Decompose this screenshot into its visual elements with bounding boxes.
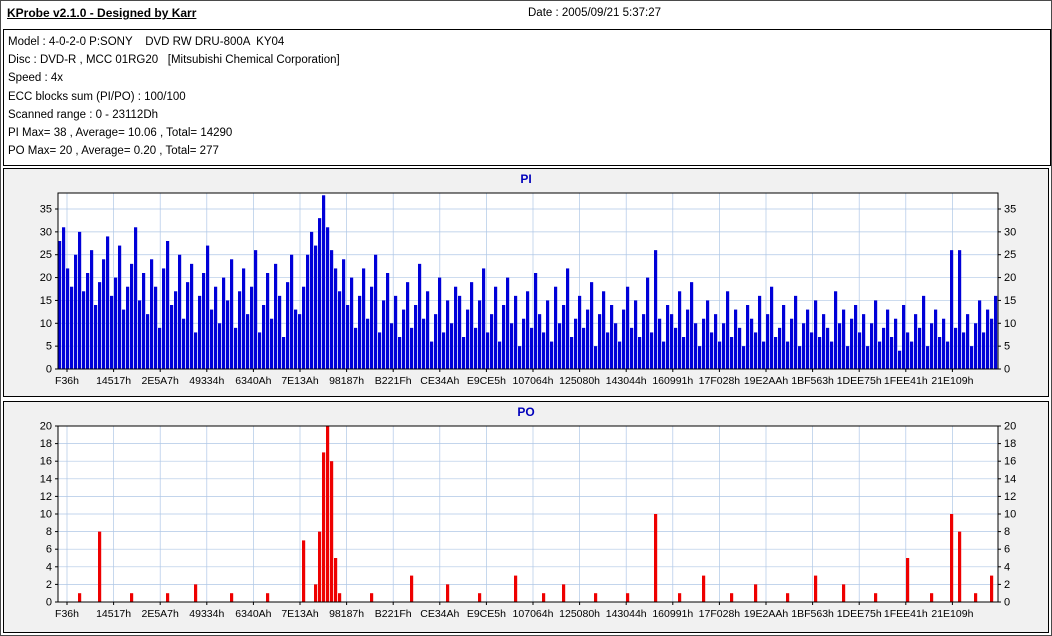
info-line-speed: Speed : 4x xyxy=(8,72,63,85)
svg-text:16: 16 xyxy=(40,456,52,468)
svg-text:98187h: 98187h xyxy=(329,608,364,620)
svg-text:20: 20 xyxy=(1004,421,1016,433)
svg-text:6340Ah: 6340Ah xyxy=(235,375,271,387)
svg-text:E9CE5h: E9CE5h xyxy=(467,375,506,387)
svg-text:20: 20 xyxy=(40,421,52,433)
info-line-po-summary: PO Max= 20 , Average= 0.20 , Total= 277 xyxy=(8,145,219,158)
svg-text:25: 25 xyxy=(40,249,52,261)
svg-text:1FEE41h: 1FEE41h xyxy=(884,608,928,620)
svg-text:2E5A7h: 2E5A7h xyxy=(142,375,180,387)
svg-text:8: 8 xyxy=(1004,526,1010,538)
svg-text:20: 20 xyxy=(1004,272,1016,284)
info-line-model: Model : 4-0-2-0 P:SONY DVD RW DRU-800A K… xyxy=(8,36,285,48)
po-chart-title: PO xyxy=(517,405,535,419)
svg-text:10: 10 xyxy=(1004,509,1016,521)
svg-text:7E13Ah: 7E13Ah xyxy=(281,608,319,620)
svg-text:12: 12 xyxy=(40,491,52,503)
svg-text:0: 0 xyxy=(1004,597,1010,609)
svg-text:20: 20 xyxy=(40,272,52,284)
svg-text:CE34Ah: CE34Ah xyxy=(420,608,459,620)
svg-text:6: 6 xyxy=(46,544,52,556)
svg-text:4: 4 xyxy=(1004,561,1010,573)
po-chart-canvas: 0 0 2 2 4 4 6 6 8 8 10 10 12 12 14 14 16 16 18 18 20 20 F36h 14… xyxy=(40,421,1017,621)
svg-text:0: 0 xyxy=(46,597,52,609)
kprobe-window: KProbe v2.1.0 - Designed by Karr Date : … xyxy=(0,0,1052,636)
svg-text:16: 16 xyxy=(1004,456,1016,468)
svg-text:6: 6 xyxy=(1004,544,1010,556)
scan-date: Date : 2005/09/21 5:37:27 xyxy=(528,7,661,19)
svg-text:E9CE5h: E9CE5h xyxy=(467,608,506,620)
pi-chart-title: PI xyxy=(520,172,532,186)
svg-text:21E109h: 21E109h xyxy=(931,375,973,387)
svg-text:17F028h: 17F028h xyxy=(699,375,741,387)
svg-text:1BF563h: 1BF563h xyxy=(791,608,834,620)
svg-text:10: 10 xyxy=(40,509,52,521)
svg-text:F36h: F36h xyxy=(55,375,79,387)
svg-text:1BF563h: 1BF563h xyxy=(791,375,834,387)
svg-text:35: 35 xyxy=(40,204,52,216)
pi-chart-panel: PI 0 0 5 5 10 10 15 15 20 20 25 25 30 30 35 35 F36h 14517… xyxy=(3,168,1049,397)
svg-text:19E2AAh: 19E2AAh xyxy=(744,375,789,387)
svg-text:30: 30 xyxy=(40,226,52,238)
svg-text:1DEE75h: 1DEE75h xyxy=(837,608,882,620)
svg-text:0: 0 xyxy=(1004,364,1010,376)
info-line-disc: Disc : DVD-R , MCC 01RG20 [Mitsubishi Ch… xyxy=(8,54,340,67)
svg-text:18: 18 xyxy=(40,438,52,450)
svg-text:CE34Ah: CE34Ah xyxy=(420,375,459,387)
svg-text:35: 35 xyxy=(1004,204,1016,216)
svg-text:1FEE41h: 1FEE41h xyxy=(884,375,928,387)
svg-text:30: 30 xyxy=(1004,226,1016,238)
svg-text:98187h: 98187h xyxy=(329,375,364,387)
svg-text:12: 12 xyxy=(1004,491,1016,503)
app-title: KProbe v2.1.0 - Designed by Karr xyxy=(7,6,197,20)
svg-text:6340Ah: 6340Ah xyxy=(235,608,271,620)
svg-text:160991h: 160991h xyxy=(652,375,693,387)
svg-text:14517h: 14517h xyxy=(96,375,131,387)
svg-text:160991h: 160991h xyxy=(652,608,693,620)
svg-text:125080h: 125080h xyxy=(559,375,600,387)
svg-text:7E13Ah: 7E13Ah xyxy=(281,375,319,387)
info-line-ecc: ECC blocks sum (PI/PO) : 100/100 xyxy=(8,90,186,103)
svg-text:107064h: 107064h xyxy=(513,608,554,620)
svg-text:15: 15 xyxy=(40,295,52,307)
svg-text:F36h: F36h xyxy=(55,608,79,620)
svg-text:2: 2 xyxy=(1004,579,1010,591)
svg-text:25: 25 xyxy=(1004,249,1016,261)
svg-text:14517h: 14517h xyxy=(96,608,131,620)
svg-text:49334h: 49334h xyxy=(189,375,224,387)
svg-text:2: 2 xyxy=(46,579,52,591)
svg-text:0: 0 xyxy=(46,364,52,376)
svg-text:4: 4 xyxy=(46,561,52,573)
svg-text:10: 10 xyxy=(40,318,52,330)
svg-text:14: 14 xyxy=(1004,473,1016,485)
svg-text:49334h: 49334h xyxy=(189,608,224,620)
svg-text:8: 8 xyxy=(46,526,52,538)
svg-text:143044h: 143044h xyxy=(606,375,647,387)
svg-text:14: 14 xyxy=(40,473,52,485)
svg-text:125080h: 125080h xyxy=(559,608,600,620)
svg-text:17F028h: 17F028h xyxy=(699,608,741,620)
svg-text:21E109h: 21E109h xyxy=(931,608,973,620)
svg-text:2E5A7h: 2E5A7h xyxy=(142,608,180,620)
info-line-range: Scanned range : 0 - 23112Dh xyxy=(8,108,159,121)
svg-text:107064h: 107064h xyxy=(513,375,554,387)
svg-text:B221Fh: B221Fh xyxy=(375,608,412,620)
scan-info-box: Model : 4-0-2-0 P:SONY DVD RW DRU-800A K… xyxy=(3,29,1051,166)
svg-text:10: 10 xyxy=(1004,318,1016,330)
svg-text:15: 15 xyxy=(1004,295,1016,307)
info-line-pi-summary: PI Max= 38 , Average= 10.06 , Total= 142… xyxy=(8,127,233,140)
po-chart-panel: PO 0 0 2 2 4 4 6 6 8 8 10 10 12 12 14 14 16 16 18 18 20 20 F36… xyxy=(3,401,1049,633)
svg-text:19E2AAh: 19E2AAh xyxy=(744,608,789,620)
svg-text:5: 5 xyxy=(46,341,52,353)
svg-text:143044h: 143044h xyxy=(606,608,647,620)
svg-text:1DEE75h: 1DEE75h xyxy=(837,375,882,387)
svg-text:B221Fh: B221Fh xyxy=(375,375,412,387)
svg-text:18: 18 xyxy=(1004,438,1016,450)
pi-chart-canvas: 0 0 5 5 10 10 15 15 20 20 25 25 30 30 35 35 F36h 14517h 2E… xyxy=(40,192,1016,387)
svg-text:5: 5 xyxy=(1004,341,1010,353)
